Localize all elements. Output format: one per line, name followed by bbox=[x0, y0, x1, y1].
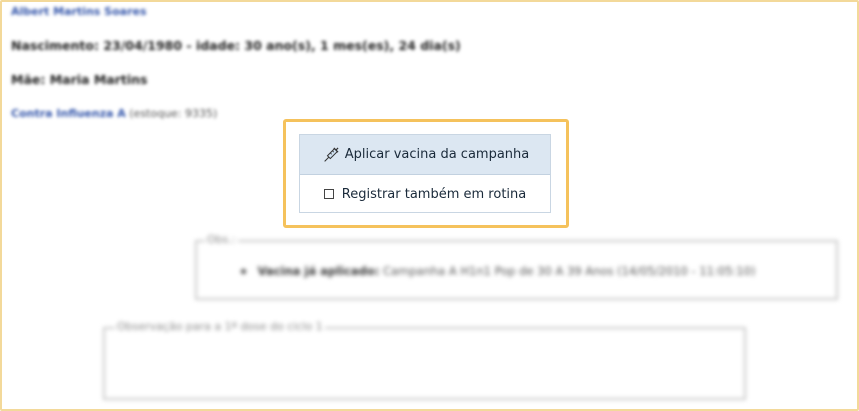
vaccine-stock-count: (estoque: 9335) bbox=[129, 107, 218, 120]
register-routine-label: Registrar também em rotina bbox=[341, 186, 527, 202]
vaccine-stock-line: Contra Influenza A (estoque: 9335) bbox=[11, 107, 217, 120]
bullet-icon bbox=[241, 269, 246, 274]
syringe-icon bbox=[321, 145, 341, 165]
apply-campaign-vaccine-button[interactable]: Aplicar vacina da campanha bbox=[300, 135, 550, 175]
dose-note-legend: Observação para a 1ª dose do ciclo 1 bbox=[115, 320, 325, 333]
patient-name-link[interactable]: Albert Martins Soares bbox=[11, 5, 147, 18]
birth-info: Nascimento: 23/04/1980 - idade: 30 ano(s… bbox=[11, 38, 461, 53]
list-item: Vacina já aplicado: Campanha A H1n1 Pop … bbox=[241, 264, 755, 278]
mother-info: Mãe: Maria Martins bbox=[11, 72, 148, 87]
observations-legend: Obs.: bbox=[205, 233, 238, 246]
apply-button-label: Aplicar vacina da campanha bbox=[344, 147, 530, 162]
action-panel: Aplicar vacina da campanha Registrar tam… bbox=[299, 134, 551, 213]
vaccine-name-link[interactable]: Contra Influenza A bbox=[11, 107, 126, 120]
register-routine-option[interactable]: Registrar também em rotina bbox=[300, 175, 550, 213]
observations-box: Obs.: Vacina já aplicado: Campanha A H1n… bbox=[195, 233, 838, 300]
observation-text: Campanha A H1n1 Pop de 30 A 39 Anos (14/… bbox=[382, 264, 756, 278]
observation-label: Vacina já aplicado: bbox=[257, 264, 380, 278]
dose-note-box[interactable]: Observação para a 1ª dose do ciclo 1 bbox=[103, 320, 746, 400]
register-routine-checkbox[interactable] bbox=[323, 189, 334, 199]
